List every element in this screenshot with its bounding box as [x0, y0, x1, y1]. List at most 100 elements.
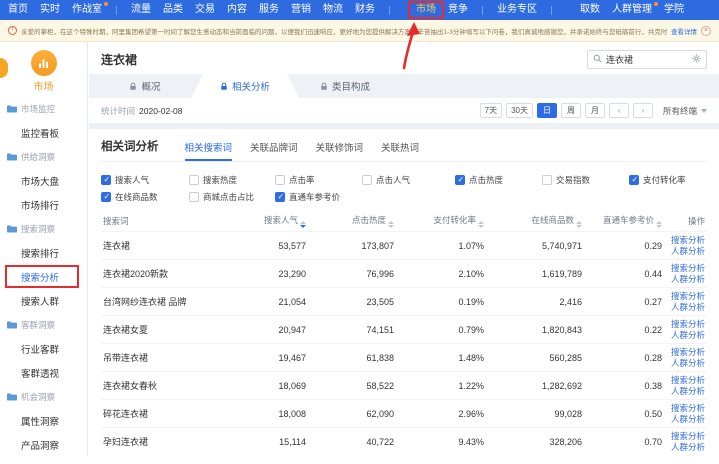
- nav-logistics[interactable]: 物流: [317, 0, 349, 20]
- chevron-right-icon[interactable]: ›: [633, 103, 653, 118]
- filter-search-popularity[interactable]: 搜索人气: [101, 174, 189, 186]
- sidebar-item-crowd-perspective[interactable]: 客群透视: [0, 361, 87, 385]
- sidebar-group-market-monitor: 市场监控: [0, 97, 87, 121]
- nav-realtime[interactable]: 实时: [34, 0, 66, 20]
- nav-war-room[interactable]: 作战室: [66, 0, 108, 20]
- filter-online-products[interactable]: 在线商品数: [101, 191, 189, 203]
- range-7d-button[interactable]: 7天: [480, 103, 502, 118]
- nav-home[interactable]: 首页: [2, 0, 34, 20]
- range-30d-button[interactable]: 30天: [506, 103, 533, 118]
- tab-hot-words[interactable]: 关联热词: [381, 140, 419, 161]
- search-analysis-link[interactable]: 搜索分析: [671, 235, 705, 245]
- lock-icon: [320, 82, 328, 91]
- table-row: 吊带连衣裙 19,467 61,838 1.48% 560,285 0.28 搜…: [101, 343, 707, 371]
- tab-modifier-words[interactable]: 关联修饰词: [316, 140, 364, 161]
- nav-market[interactable]: 市场: [410, 0, 442, 20]
- crowd-analysis-link[interactable]: 人群分析: [671, 414, 705, 424]
- checkbox-icon: [275, 192, 285, 202]
- col-search-popularity: 搜索人气: [226, 214, 308, 228]
- nav-compete[interactable]: 竞争: [442, 0, 474, 20]
- sidebar-group-search-insight: 搜索洞察: [0, 217, 87, 241]
- lock-icon: [129, 82, 137, 91]
- filter-click-heat[interactable]: 点击热度: [455, 174, 542, 186]
- nav-crowd-mgmt[interactable]: 人群管理: [606, 0, 658, 20]
- market-module-icon: [31, 50, 57, 76]
- sidebar-item-search-crowd[interactable]: 搜索人群: [0, 289, 87, 313]
- nav-category[interactable]: 品类: [157, 0, 189, 20]
- range-week-button[interactable]: 周: [561, 103, 581, 118]
- analysis-card: 相关词分析 相关搜索词 关联品牌词 关联修饰词 关联热词 搜索人气 搜索热度 点…: [89, 129, 719, 464]
- sort-icon[interactable]: [300, 221, 306, 228]
- nav-trade[interactable]: 交易: [189, 0, 221, 20]
- nav-traffic[interactable]: 流量: [125, 0, 157, 20]
- filter-ztc-price[interactable]: 直通车参考价: [275, 191, 362, 203]
- sidebar-group-crowd-insight: 客群洞察: [0, 313, 87, 337]
- filter-trade-index[interactable]: 交易指数: [542, 174, 629, 186]
- search-analysis-link[interactable]: 搜索分析: [671, 347, 705, 357]
- nav-data-extract[interactable]: 取数: [574, 0, 606, 20]
- sort-icon[interactable]: [576, 221, 582, 228]
- keyword-cell: 碎花连衣裙: [101, 407, 226, 420]
- nav-service[interactable]: 服务: [253, 0, 285, 20]
- filter-click-popularity[interactable]: 点击人气: [362, 174, 455, 186]
- lock-icon: [220, 82, 228, 91]
- crowd-analysis-link[interactable]: 人群分析: [671, 358, 705, 368]
- crowd-analysis-link[interactable]: 人群分析: [671, 246, 705, 256]
- tab-overview[interactable]: 概况: [99, 74, 191, 98]
- search-analysis-link[interactable]: 搜索分析: [671, 263, 705, 273]
- crowd-analysis-link[interactable]: 人群分析: [671, 442, 705, 452]
- crowd-analysis-link[interactable]: 人群分析: [671, 302, 705, 312]
- sort-icon[interactable]: [478, 221, 484, 228]
- folder-icon: [7, 220, 17, 238]
- search-analysis-link[interactable]: 搜索分析: [671, 375, 705, 385]
- nav-separator: [389, 6, 390, 15]
- search-analysis-link[interactable]: 搜索分析: [671, 431, 705, 441]
- range-month-button[interactable]: 月: [585, 103, 605, 118]
- crowd-analysis-link[interactable]: 人群分析: [671, 330, 705, 340]
- sidebar-item-search-ranking[interactable]: 搜索排行: [0, 241, 87, 265]
- sidebar-item-monitor-board[interactable]: 监控看板: [0, 121, 87, 145]
- tab-related-search-words[interactable]: 相关搜索词: [185, 140, 233, 161]
- badge-dot: [104, 2, 108, 6]
- range-day-button[interactable]: 日: [537, 103, 557, 118]
- word-type-tabs: 相关搜索词 关联品牌词 关联修饰词 关联热词: [185, 140, 420, 161]
- keyword-cell: 连衣裙: [101, 239, 226, 252]
- filter-click-rate[interactable]: 点击率: [275, 174, 362, 186]
- filter-pay-conversion[interactable]: 支付转化率: [629, 174, 707, 186]
- checkbox-icon: [101, 175, 111, 185]
- table-row: 孕妇连衣裙 15,114 40,722 9.43% 328,206 0.70 搜…: [101, 427, 707, 455]
- nav-business-zone[interactable]: 业务专区: [491, 0, 543, 20]
- nav-separator: [551, 6, 552, 15]
- search-analysis-link[interactable]: 搜索分析: [671, 291, 705, 301]
- nav-content[interactable]: 内容: [221, 0, 253, 20]
- sidebar-item-search-analysis[interactable]: 搜索分析: [0, 265, 87, 289]
- sidebar-item-industry-crowd[interactable]: 行业客群: [0, 337, 87, 361]
- gear-icon[interactable]: [692, 50, 701, 68]
- sort-icon[interactable]: [656, 221, 662, 228]
- sidebar-item-product-insight[interactable]: 产品洞察: [0, 433, 87, 457]
- sort-icon[interactable]: [388, 221, 394, 228]
- notice-detail-link[interactable]: 查看详情: [671, 26, 697, 36]
- nav-finance[interactable]: 财务: [349, 0, 381, 20]
- keyword-cell: 孕妇连衣裙: [101, 435, 226, 448]
- crowd-analysis-link[interactable]: 人群分析: [671, 386, 705, 396]
- tab-category-composition[interactable]: 类目构成: [299, 74, 391, 98]
- search-analysis-link[interactable]: 搜索分析: [671, 319, 705, 329]
- terminal-selector[interactable]: 所有终端: [663, 105, 707, 117]
- sidebar-item-attribute-insight[interactable]: 属性洞察: [0, 409, 87, 433]
- filter-mall-click-share[interactable]: 商城点击占比: [189, 191, 275, 203]
- search-analysis-link[interactable]: 搜索分析: [671, 403, 705, 413]
- tab-brand-words[interactable]: 关联品牌词: [250, 140, 298, 161]
- sidebar-item-market-overview[interactable]: 市场大盘: [0, 169, 87, 193]
- filter-search-heat[interactable]: 搜索热度: [189, 174, 275, 186]
- close-icon[interactable]: ×: [701, 26, 711, 36]
- crowd-analysis-link[interactable]: 人群分析: [671, 274, 705, 284]
- nav-marketing[interactable]: 营销: [285, 0, 317, 20]
- stat-date: 2020-02-08: [139, 106, 182, 116]
- nav-academy[interactable]: 学院: [658, 0, 690, 20]
- search-input[interactable]: [606, 54, 688, 64]
- sidebar-item-market-ranking[interactable]: 市场排行: [0, 193, 87, 217]
- tab-related-analysis[interactable]: 相关分析: [191, 74, 299, 98]
- search-icon: [593, 50, 602, 68]
- chevron-left-icon[interactable]: ‹: [609, 103, 629, 118]
